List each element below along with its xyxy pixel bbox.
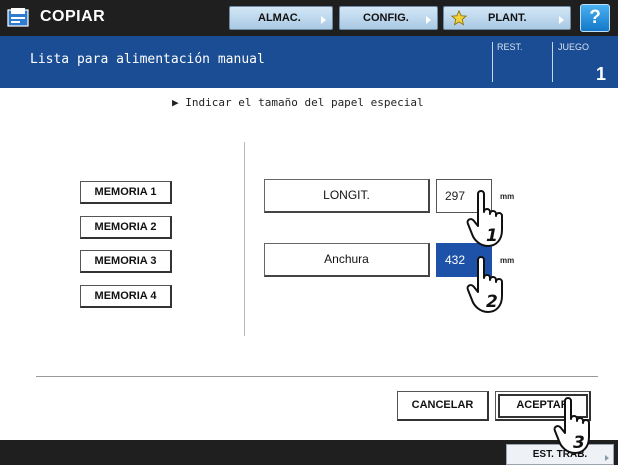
instruction-text: ▶ Indicar el tamaño del papel especial [172,96,424,109]
almac-button[interactable]: ALMAC. [229,6,333,30]
length-button[interactable]: LONGIT. [264,179,430,213]
step-number: 1 [486,226,498,246]
almac-button-label: ALMAC. [258,12,301,24]
config-button[interactable]: CONFIG. [339,6,438,30]
app-title: COPIAR [40,8,106,25]
chevron-right-icon [605,455,609,461]
chevron-right-icon [559,16,564,24]
title-bar: COPIAR ALMAC. CONFIG. PLANT. ? [0,0,618,36]
step-number: 3 [573,433,585,453]
pointing-hand-icon: 3 [553,397,590,454]
plant-button-label: PLANT. [488,12,527,24]
pointing-hand-icon: 1 [466,190,503,247]
memory-1-button[interactable]: MEMORIA 1 [80,181,172,204]
pointing-hand-icon: 2 [466,256,503,313]
status-header: Lista para alimentación manual REST. JUE… [0,36,618,88]
plant-button[interactable]: PLANT. [443,6,571,30]
cancel-button[interactable]: CANCELAR [397,391,489,421]
header-divider [552,42,553,82]
juego-label: JUEGO [558,42,590,52]
memory-4-button[interactable]: MEMORIA 4 [80,285,172,308]
chevron-right-icon [321,16,326,24]
header-divider [492,42,493,82]
copier-icon [7,8,29,27]
star-icon [451,10,467,26]
juego-count: 1 [596,64,607,84]
rest-label: REST. [497,42,523,52]
memory-3-button[interactable]: MEMORIA 3 [80,250,172,273]
width-button[interactable]: Anchura [264,243,430,277]
panel-divider [244,142,245,336]
memory-2-button[interactable]: MEMORIA 2 [80,216,172,239]
page-title: Lista para alimentación manual [30,52,265,67]
chevron-right-icon [426,16,431,24]
help-button[interactable]: ? [580,4,610,32]
step-number: 2 [486,292,498,312]
bottom-bar: EST. TRAB. [0,440,618,465]
config-button-label: CONFIG. [363,12,409,24]
separator-line [36,376,598,377]
